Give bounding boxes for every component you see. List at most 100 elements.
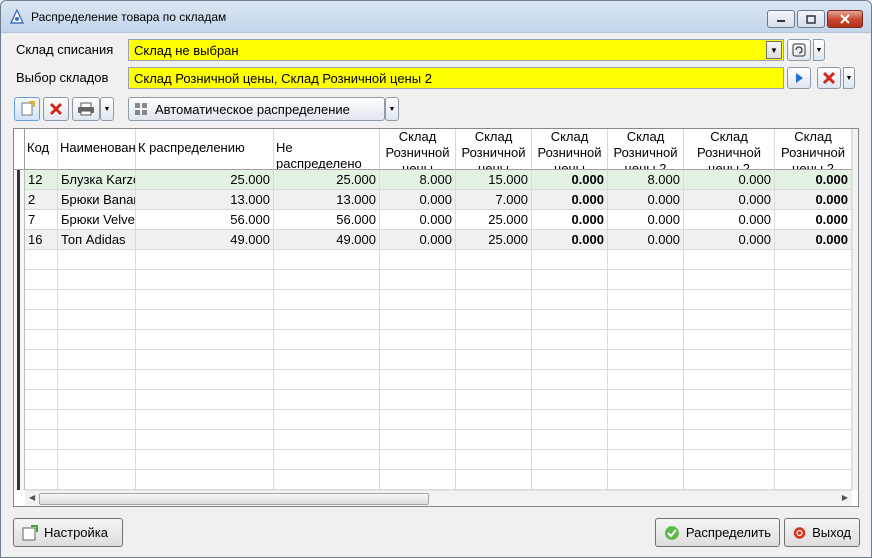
table-cell[interactable]: 7.000 [456, 190, 532, 210]
column-header[interactable]: Склад Розничной цены [532, 129, 608, 170]
table-cell[interactable]: 12 [25, 170, 58, 190]
table-cell[interactable]: 0.000 [608, 210, 684, 230]
column-header[interactable]: Наименование [58, 129, 136, 170]
column-header[interactable]: Склад Розничной цены 2 [684, 129, 775, 170]
auto-distribute-menu-button[interactable]: ▼ [385, 97, 399, 121]
empty-cell [58, 290, 136, 310]
empty-cell [274, 370, 380, 390]
column-header[interactable]: Склад Розничной цены [456, 129, 532, 170]
close-button[interactable] [827, 10, 863, 28]
table-cell[interactable]: 7 [25, 210, 58, 230]
settings-button[interactable]: Настройка [13, 518, 123, 547]
refresh-button[interactable] [787, 39, 811, 61]
auto-distribute-button[interactable]: Автоматическое распределение [128, 97, 385, 121]
choose-warehouses-button[interactable] [787, 67, 811, 89]
table-cell[interactable]: 16 [25, 230, 58, 250]
table-cell[interactable]: 0.000 [532, 190, 608, 210]
scroll-up-icon[interactable]: ▲ [857, 132, 858, 141]
writeoff-warehouse-label: Склад списания [16, 42, 114, 57]
table-cell[interactable]: 2 [25, 190, 58, 210]
refresh-menu-button[interactable]: ▼ [813, 39, 825, 61]
empty-cell [380, 290, 456, 310]
empty-cell [608, 290, 684, 310]
table-cell[interactable]: 0.000 [380, 230, 456, 250]
table-cell[interactable]: 56.000 [136, 210, 274, 230]
settings-label: Настройка [44, 525, 108, 540]
table-cell[interactable]: 0.000 [684, 190, 775, 210]
print-button[interactable] [72, 97, 100, 121]
table-cell[interactable]: 0.000 [532, 170, 608, 190]
delete-button[interactable] [43, 97, 69, 121]
writeoff-dropdown-button[interactable]: ▼ [766, 41, 782, 59]
table-cell[interactable]: 0.000 [608, 230, 684, 250]
column-header[interactable]: Склад Розничной цены 2 [608, 129, 684, 170]
clear-warehouses-button[interactable] [817, 67, 841, 89]
column-header[interactable]: Склад Розничной цены 2 [775, 129, 852, 170]
table-cell[interactable]: 15.000 [456, 170, 532, 190]
vertical-scrollbar[interactable]: ▲ ▼ [852, 129, 858, 490]
table-cell[interactable]: 49.000 [136, 230, 274, 250]
table-cell[interactable]: Брюки Banana [58, 190, 136, 210]
clear-menu-button[interactable]: ▼ [843, 67, 855, 89]
empty-cell [136, 270, 274, 290]
table-cell[interactable]: 0.000 [775, 170, 852, 190]
column-header[interactable]: Не распределено [274, 129, 380, 170]
empty-cell [274, 470, 380, 490]
add-button[interactable] [14, 97, 40, 121]
empty-cell [608, 270, 684, 290]
select-warehouses-field[interactable]: Склад Розничной цены, Склад Розничной це… [128, 67, 784, 89]
table-cell[interactable]: Брюки Velvet [58, 210, 136, 230]
table-cell[interactable]: Топ Adidas [58, 230, 136, 250]
table-cell[interactable]: 25.000 [136, 170, 274, 190]
scroll-thumb[interactable] [39, 493, 429, 505]
exit-button[interactable]: Выход [784, 518, 860, 547]
column-header[interactable]: Склад Розничной цены [380, 129, 456, 170]
table-cell[interactable]: 56.000 [274, 210, 380, 230]
table-cell[interactable]: 25.000 [456, 230, 532, 250]
select-warehouses-value: Склад Розничной цены, Склад Розничной це… [134, 71, 432, 86]
empty-cell [136, 450, 274, 470]
empty-cell [684, 370, 775, 390]
writeoff-warehouse-select[interactable]: Склад не выбран [128, 39, 784, 61]
scroll-right-icon[interactable]: ▶ [842, 493, 848, 502]
table-cell[interactable]: 0.000 [380, 190, 456, 210]
horizontal-scrollbar[interactable]: ◀ ▶ [25, 490, 852, 506]
table-cell[interactable]: 0.000 [608, 190, 684, 210]
print-menu-button[interactable]: ▼ [100, 97, 114, 121]
table-cell[interactable]: 0.000 [684, 230, 775, 250]
table-cell[interactable]: 8.000 [608, 170, 684, 190]
table-cell[interactable]: 0.000 [684, 210, 775, 230]
table-cell[interactable]: 49.000 [274, 230, 380, 250]
table-cell[interactable]: Блузка Karzo [58, 170, 136, 190]
distribute-button[interactable]: Распределить [655, 518, 780, 547]
table-cell[interactable]: 0.000 [532, 210, 608, 230]
empty-cell [608, 310, 684, 330]
select-warehouses-label: Выбор складов [16, 70, 109, 85]
empty-cell [136, 250, 274, 270]
empty-cell [775, 310, 852, 330]
table-cell[interactable]: 0.000 [380, 210, 456, 230]
maximize-button[interactable] [797, 10, 825, 28]
table-cell[interactable]: 0.000 [775, 210, 852, 230]
column-header[interactable]: Код [25, 129, 58, 170]
table-cell[interactable]: 13.000 [274, 190, 380, 210]
table-cell[interactable]: 0.000 [532, 230, 608, 250]
empty-cell [58, 410, 136, 430]
table-cell[interactable]: 8.000 [380, 170, 456, 190]
table-cell[interactable]: 0.000 [775, 230, 852, 250]
minimize-button[interactable] [767, 10, 795, 28]
empty-cell [136, 310, 274, 330]
table-cell[interactable]: 25.000 [274, 170, 380, 190]
empty-cell [775, 470, 852, 490]
table-cell[interactable]: 25.000 [456, 210, 532, 230]
scroll-down-icon[interactable]: ▼ [857, 478, 858, 487]
column-header[interactable]: К распределению [136, 129, 274, 170]
table-cell[interactable]: 0.000 [684, 170, 775, 190]
table-cell[interactable]: 0.000 [775, 190, 852, 210]
red-x-icon [49, 102, 63, 116]
empty-cell [532, 330, 608, 350]
distribution-table[interactable]: КодНаименованиеК распределениюНе распред… [13, 128, 859, 507]
table-cell[interactable]: 13.000 [136, 190, 274, 210]
scroll-left-icon[interactable]: ◀ [29, 493, 35, 502]
empty-cell [25, 370, 58, 390]
